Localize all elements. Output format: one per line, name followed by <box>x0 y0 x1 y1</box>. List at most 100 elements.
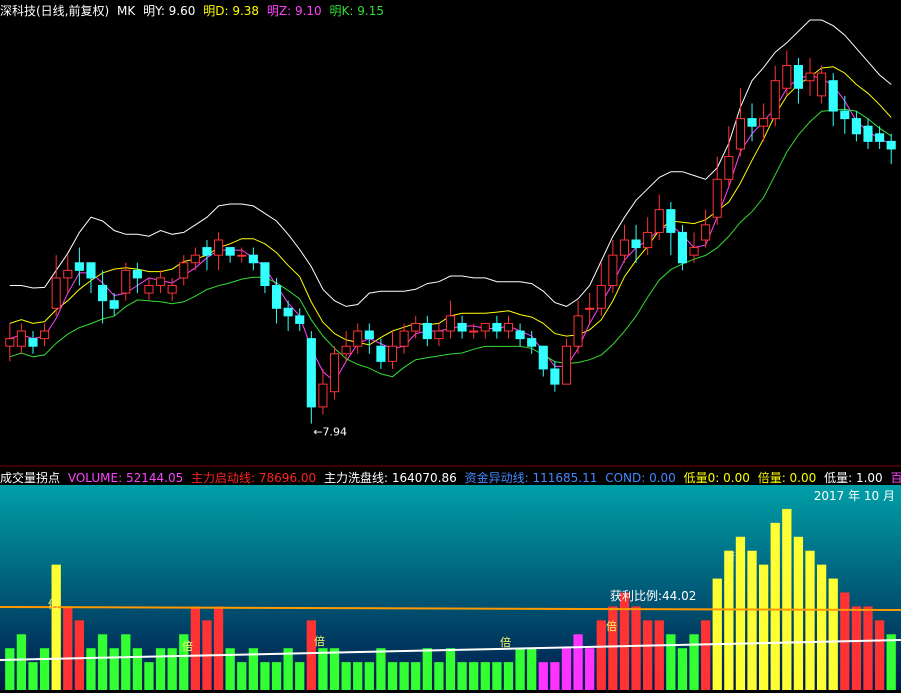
volume-bar <box>167 648 177 690</box>
candle-body <box>747 118 757 127</box>
candle-body <box>167 285 177 294</box>
legend-y: 明Y: 9.60 <box>143 4 196 18</box>
volume-bar <box>318 648 328 690</box>
volume-bar <box>573 634 583 690</box>
multiple-mark: 倍 <box>500 635 511 649</box>
volume-bar <box>295 662 305 690</box>
legend-k: 明K: 9.15 <box>329 4 384 18</box>
candle-body <box>225 247 235 256</box>
volume-bar <box>469 662 479 690</box>
candle-body <box>886 140 896 150</box>
sub-title: 成交量拐点 <box>0 471 61 485</box>
volume-bar <box>306 620 316 690</box>
candle-body <box>98 285 108 302</box>
sub-hundred-low: 百日低 <box>890 471 901 485</box>
candle-body <box>619 239 630 256</box>
volume-bar <box>828 578 838 690</box>
candle-body <box>411 322 421 332</box>
candle-body <box>469 330 479 333</box>
sub-fund-line: 资金异动线: 111685.11 <box>464 471 598 485</box>
volume-bar <box>654 620 664 690</box>
volume-bar <box>724 550 734 690</box>
low-price-label: ←7.94 <box>313 426 347 439</box>
candle-body <box>840 110 850 120</box>
volume-bar <box>39 648 50 690</box>
candle-body <box>51 277 61 309</box>
candle-body <box>724 156 734 180</box>
volume-bar <box>874 620 885 690</box>
volume-bar <box>863 606 873 690</box>
multiple-mark: 倍 <box>724 549 735 563</box>
volume-bar <box>758 564 769 690</box>
line-y <box>9 19 892 307</box>
candle-body <box>515 330 525 340</box>
candle-body <box>213 239 224 256</box>
candle-body <box>190 254 200 264</box>
volume-bar <box>712 578 722 690</box>
candle-body <box>875 133 885 142</box>
multiple-mark: 倍 <box>48 597 59 611</box>
candle-body <box>793 65 803 89</box>
volume-bar <box>364 662 374 690</box>
volume-bar <box>457 662 467 690</box>
candle-body <box>202 247 212 256</box>
candle-body <box>712 178 722 218</box>
volume-bar <box>422 648 432 690</box>
candle-body <box>248 254 258 264</box>
candle-body <box>828 80 838 112</box>
volume-bar <box>793 536 804 690</box>
volume-bar <box>619 592 630 690</box>
candle-body <box>631 239 641 249</box>
volume-bar <box>260 662 270 690</box>
candle-body <box>596 285 606 309</box>
candle-body <box>40 330 50 340</box>
candle-body <box>805 72 815 82</box>
volume-bar <box>237 662 247 690</box>
volume-bar <box>16 634 27 690</box>
candle-body <box>260 262 270 287</box>
candle-body <box>329 353 340 393</box>
volume-bar <box>747 550 757 690</box>
date-label: 2017 年 10 月 <box>813 489 895 503</box>
candle-body <box>283 307 293 317</box>
candle-body <box>573 315 583 347</box>
volume-bar <box>109 648 119 690</box>
candle-body <box>434 330 444 340</box>
candle-body <box>144 285 154 294</box>
volume-bar <box>503 662 514 690</box>
volume-bar <box>155 648 166 690</box>
candle-body <box>295 315 305 324</box>
multiple-mark: 倍 <box>606 619 617 633</box>
chart-canvas[interactable]: ←7.94获利比例:44.02倍倍倍倍倍倍 <box>0 0 901 693</box>
volume-bar <box>527 648 537 690</box>
volume-bar <box>74 620 85 690</box>
candle-body <box>132 269 142 279</box>
volume-bar <box>387 662 398 690</box>
candle-body <box>271 285 282 309</box>
candle-body <box>527 338 537 347</box>
candle-body <box>353 330 363 347</box>
volume-bar <box>51 564 61 690</box>
volume-bar <box>411 662 421 690</box>
volume-bar <box>480 662 490 690</box>
legend-d: 明D: 9.38 <box>203 4 260 18</box>
volume-bar <box>770 522 780 690</box>
volume-bar <box>144 662 154 690</box>
candle-body <box>817 72 827 97</box>
candle-body <box>5 338 15 347</box>
volume-bar <box>121 634 131 690</box>
candle-body <box>666 209 676 233</box>
volume-bar <box>63 606 73 690</box>
candle-body <box>399 330 409 347</box>
multiple-mark: 倍 <box>314 634 325 648</box>
candle-body <box>480 322 490 332</box>
candle-body <box>585 307 595 310</box>
main-legend: 深科技(日线,前复权) MK 明Y: 9.60 明D: 9.38 明Z: 9.1… <box>0 2 388 18</box>
candle-body <box>759 118 769 127</box>
volume-bar <box>329 648 340 690</box>
volume-bar <box>631 606 641 690</box>
volume-bar <box>28 662 38 690</box>
volume-bar <box>341 662 351 690</box>
volume-bar <box>550 662 560 690</box>
candle-body <box>63 269 73 279</box>
